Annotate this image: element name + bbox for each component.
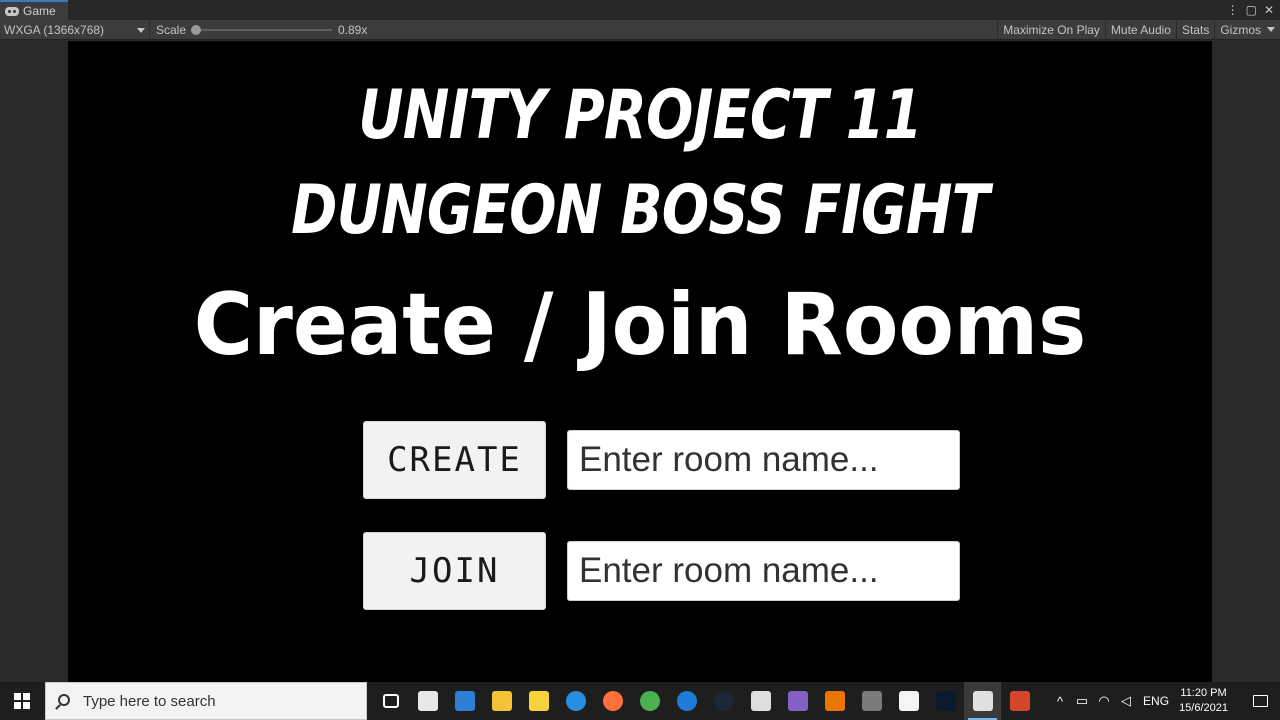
maximize-icon[interactable]: ▢ xyxy=(1246,2,1257,18)
taskbar-search-box[interactable]: Type here to search xyxy=(45,682,367,720)
stats-button[interactable]: Stats xyxy=(1175,20,1214,40)
clock-date: 15/6/2021 xyxy=(1179,702,1228,714)
notification-icon xyxy=(1252,695,1268,707)
taskbar-app-git[interactable] xyxy=(1001,682,1038,720)
taskbar-app-media-player[interactable] xyxy=(520,682,557,720)
git-icon xyxy=(1009,691,1030,711)
project-subtitle: DUNGEON BOSS FIGHT xyxy=(291,171,990,250)
steam-icon xyxy=(713,691,734,711)
resolution-value: WXGA (1366x768) xyxy=(4,23,105,37)
taskbar-app-7zip[interactable] xyxy=(409,682,446,720)
taskbar-app-task-view[interactable] xyxy=(372,682,409,720)
game-controller-icon xyxy=(861,691,882,711)
chevron-up-icon[interactable]: ^ xyxy=(1049,694,1071,709)
edge-icon xyxy=(565,691,586,711)
maximize-on-play-button[interactable]: Maximize On Play xyxy=(997,20,1105,40)
language-indicator[interactable]: ENG xyxy=(1143,694,1169,708)
wifi-icon[interactable]: ◠ xyxy=(1093,693,1115,709)
taskbar-app-visual-studio[interactable] xyxy=(779,682,816,720)
resolution-dropdown[interactable]: WXGA (1366x768) xyxy=(0,20,150,40)
unity-hub-icon xyxy=(750,691,771,711)
editor-tab-bar: Game ⋮ ▢ ✕ xyxy=(0,0,1280,20)
tab-window-controls: ⋮ ▢ ✕ xyxy=(1227,2,1274,18)
gamepad-icon xyxy=(5,6,19,16)
page-heading: Create / Join Rooms xyxy=(193,275,1087,375)
mute-audio-button[interactable]: Mute Audio xyxy=(1104,20,1176,40)
task-view-icon xyxy=(382,694,399,708)
game-canvas: UNITY PROJECT 11 DUNGEON BOSS FIGHT Crea… xyxy=(68,41,1212,682)
volume-icon[interactable]: ◁ xyxy=(1115,693,1137,709)
scale-value: 0.89x xyxy=(338,23,368,37)
battery-icon[interactable]: ▭ xyxy=(1071,693,1093,709)
toolbar-right-buttons: Maximize On Play Mute Audio Stats Gizmos xyxy=(997,20,1280,40)
cortana-icon xyxy=(676,691,697,711)
taskbar-app-edge[interactable] xyxy=(557,682,594,720)
taskbar-apps xyxy=(372,682,1038,720)
game-view: UNITY PROJECT 11 DUNGEON BOSS FIGHT Crea… xyxy=(0,41,1280,682)
join-room-button[interactable]: JOIN xyxy=(363,532,546,610)
7zip-icon xyxy=(417,691,438,711)
game-tab[interactable]: Game xyxy=(0,0,68,20)
taskbar-app-cortana[interactable] xyxy=(668,682,705,720)
firefox-icon xyxy=(602,691,623,711)
taskbar-app-steam[interactable] xyxy=(705,682,742,720)
scale-label: Scale xyxy=(156,23,187,37)
create-room-button[interactable]: CREATE xyxy=(363,421,546,499)
game-tab-label: Game xyxy=(23,4,56,18)
close-icon[interactable]: ✕ xyxy=(1264,2,1274,18)
taskbar-app-chrome[interactable] xyxy=(631,682,668,720)
system-tray: ^ ▭ ◠ ◁ ENG 11:20 PM 15/6/2021 xyxy=(1049,682,1280,720)
create-room-name-input[interactable]: Enter room name... xyxy=(567,430,960,490)
search-icon xyxy=(58,694,70,706)
taskbar-app-unity-hub[interactable] xyxy=(742,682,779,720)
taskbar-app-terminal[interactable] xyxy=(927,682,964,720)
taskbar-app-blender[interactable] xyxy=(816,682,853,720)
taskbar-app-notepad[interactable] xyxy=(890,682,927,720)
gizmos-label: Gizmos xyxy=(1220,23,1261,37)
game-view-toolbar: WXGA (1366x768) Scale 0.89x Maximize On … xyxy=(0,20,1280,40)
blender-icon xyxy=(824,691,845,711)
visual-studio-icon xyxy=(787,691,808,711)
taskbar-app-game-controller[interactable] xyxy=(853,682,890,720)
notepad-icon xyxy=(898,691,919,711)
windows-taskbar: Type here to search ^ ▭ ◠ ◁ ENG 11:20 PM… xyxy=(0,682,1280,720)
join-room-name-input[interactable]: Enter room name... xyxy=(567,541,960,601)
clock[interactable]: 11:20 PM 15/6/2021 xyxy=(1179,686,1228,716)
more-options-icon[interactable]: ⋮ xyxy=(1227,2,1239,18)
chevron-down-icon xyxy=(1267,27,1275,32)
scale-slider-handle[interactable] xyxy=(191,25,201,35)
unity-icon xyxy=(972,691,993,711)
media-player-icon xyxy=(528,691,549,711)
notifications-button[interactable] xyxy=(1240,682,1280,720)
terminal-icon xyxy=(935,691,956,711)
taskbar-app-firefox[interactable] xyxy=(594,682,631,720)
chrome-icon xyxy=(639,691,660,711)
project-title: UNITY PROJECT 11 xyxy=(358,76,922,155)
taskbar-app-file-explorer[interactable] xyxy=(483,682,520,720)
file-explorer-icon xyxy=(491,691,512,711)
clock-time: 11:20 PM xyxy=(1180,687,1227,699)
taskbar-app-unity[interactable] xyxy=(964,682,1001,720)
chevron-down-icon xyxy=(137,28,145,33)
taskbar-app-photos[interactable] xyxy=(446,682,483,720)
windows-start-icon[interactable] xyxy=(14,693,30,709)
scale-slider[interactable] xyxy=(191,25,332,35)
gizmos-button[interactable]: Gizmos xyxy=(1214,20,1280,40)
search-placeholder: Type here to search xyxy=(83,693,216,710)
photos-icon xyxy=(454,691,475,711)
